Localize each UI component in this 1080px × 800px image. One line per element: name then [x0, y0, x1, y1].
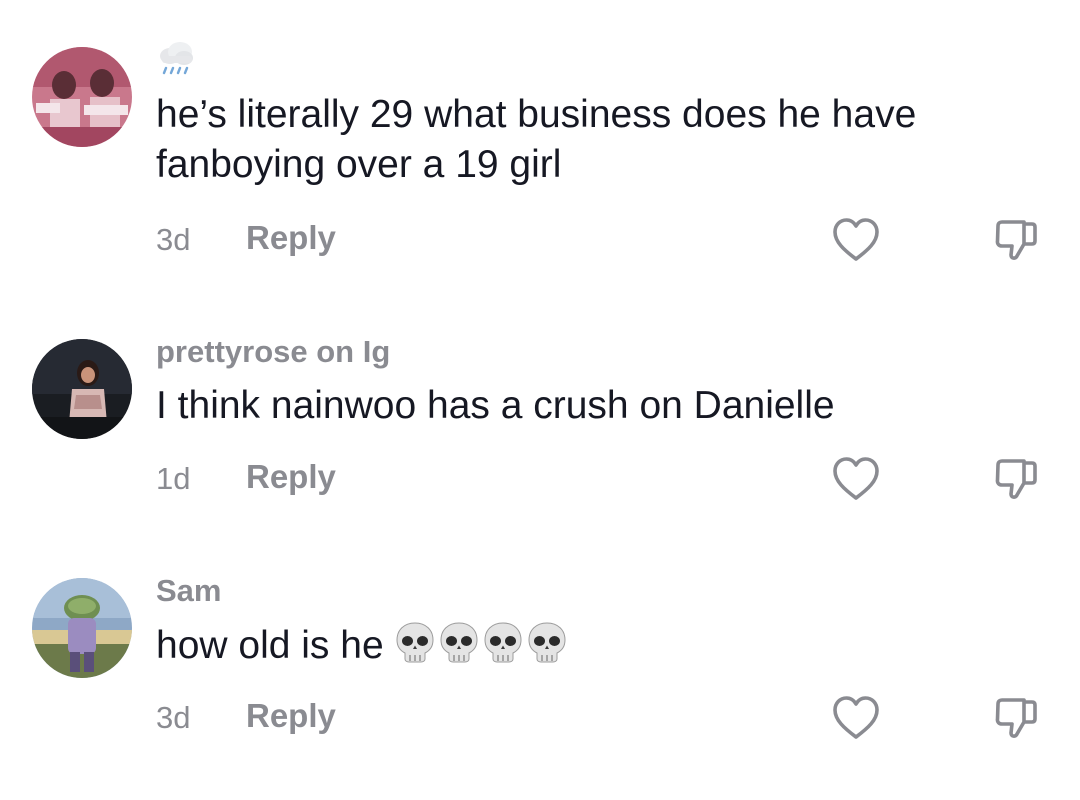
reply-button[interactable]: Reply	[246, 697, 336, 735]
username[interactable]: Sam	[156, 573, 221, 609]
comment-time: 3d	[156, 700, 191, 735]
comment-time: 1d	[156, 461, 191, 496]
heart-outline-icon	[833, 457, 879, 500]
comment-3: Sam how old is he 3d Reply	[0, 0, 1080, 739]
username[interactable]: prettyrose on Ig	[156, 334, 390, 370]
avatar-image	[32, 578, 132, 678]
like-button[interactable]	[830, 692, 882, 744]
comment-text-content: how old is he	[156, 624, 384, 667]
thumbs-down-outline-icon	[995, 698, 1037, 738]
comment-text: how old is he	[156, 620, 1036, 677]
avatar-image	[32, 339, 132, 439]
skull-icon	[528, 622, 566, 663]
dislike-button[interactable]	[990, 453, 1042, 505]
heart-outline-icon	[833, 696, 879, 739]
like-button[interactable]	[830, 453, 882, 505]
skull-icon	[484, 622, 522, 663]
avatar[interactable]	[32, 339, 132, 439]
dislike-button[interactable]	[990, 692, 1042, 744]
avatar[interactable]	[32, 578, 132, 678]
reply-button[interactable]: Reply	[246, 458, 336, 496]
emoji-group	[394, 620, 570, 677]
skull-icon	[396, 622, 434, 663]
skull-icon	[440, 622, 478, 663]
thumbs-down-outline-icon	[995, 459, 1037, 499]
comment-text: I think nainwoo has a crush on Danielle	[156, 384, 835, 427]
